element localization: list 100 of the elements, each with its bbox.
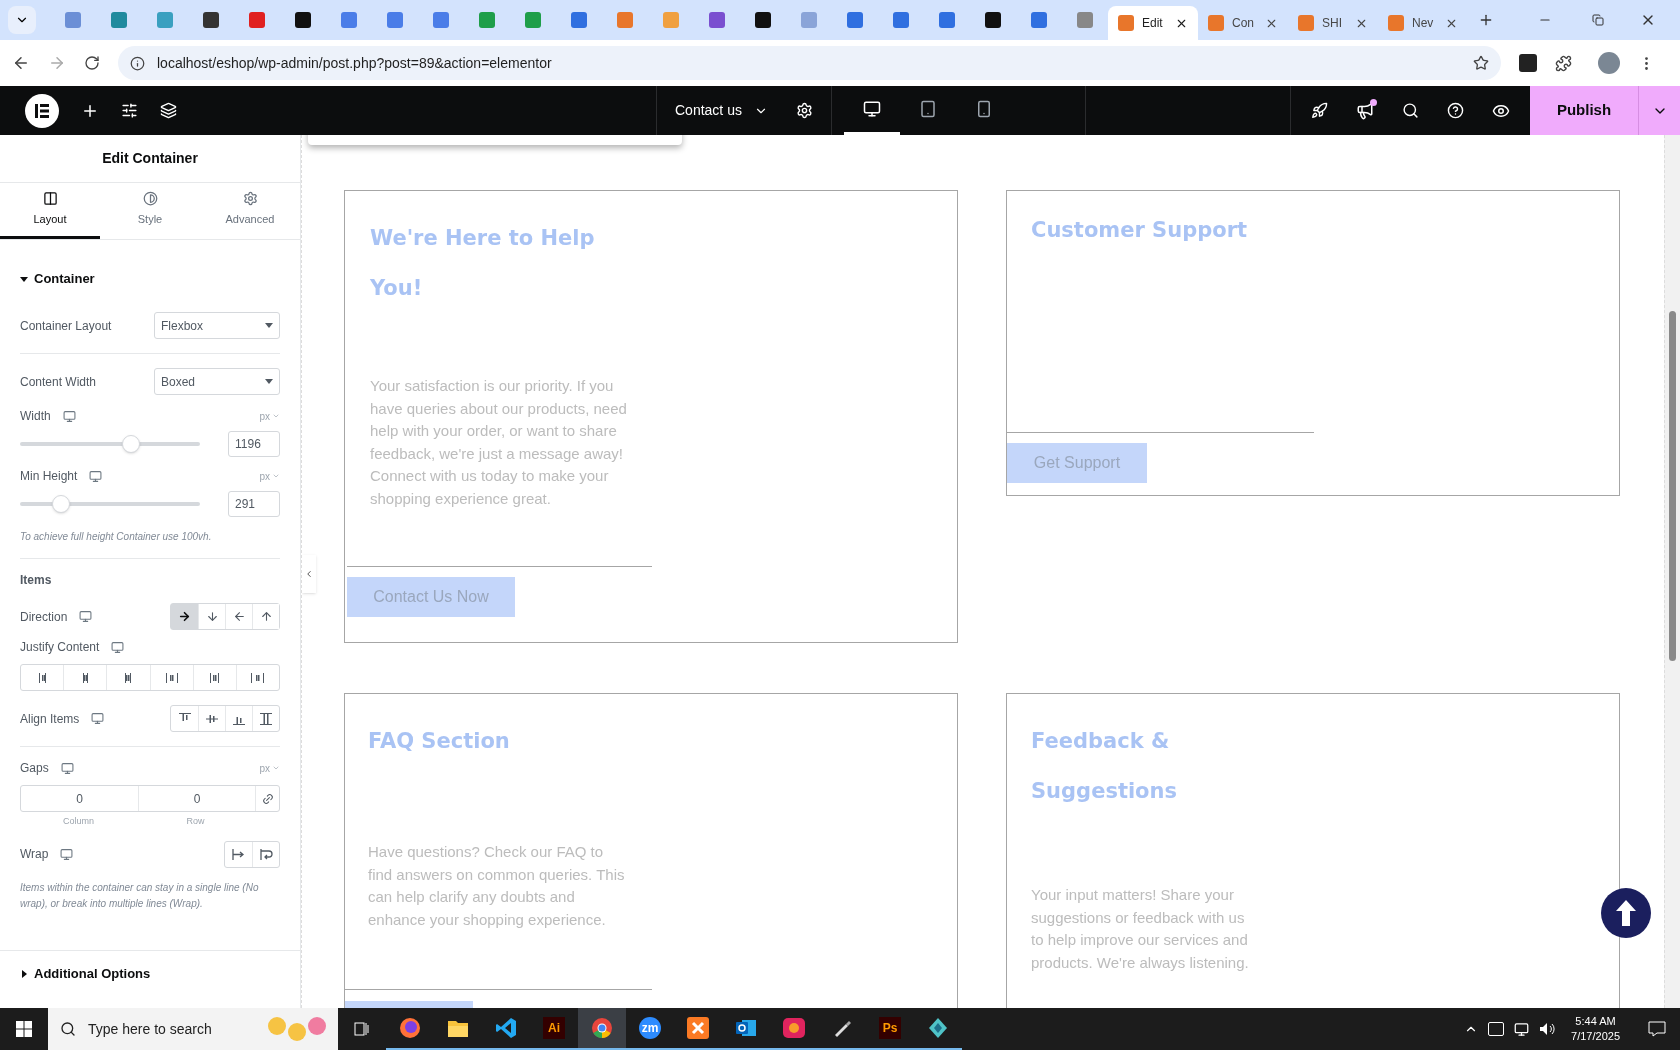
justify-icon	[210, 672, 220, 683]
display-icon[interactable]	[1514, 1021, 1530, 1037]
browser-tab[interactable]: Edit	[1108, 6, 1198, 40]
wrap-arrow-icon	[259, 848, 273, 860]
page-selector[interactable]: Contact us	[675, 100, 768, 121]
favicon-icon	[1388, 15, 1404, 31]
notification-icon[interactable]	[1648, 1021, 1666, 1037]
tablet-icon	[918, 100, 937, 118]
megaphone-icon[interactable]	[1356, 101, 1374, 120]
reload-icon[interactable]	[84, 55, 100, 71]
favicon-icon	[525, 12, 541, 28]
card-heading: We're Here to Help You!	[369, 225, 596, 302]
panel-title: Edit Container	[102, 149, 198, 168]
favicon-icon	[1118, 15, 1134, 31]
desktop-icon	[91, 712, 105, 725]
address-field[interactable]: localhost/eshop/wp-admin/post.php?post=89&action=elementor	[118, 46, 1501, 80]
chevron-down-icon	[272, 472, 280, 480]
speaker-icon[interactable]	[1539, 1022, 1556, 1036]
field-label: Width	[20, 408, 51, 425]
browser-tab[interactable]: Nev	[1378, 6, 1468, 40]
collapse-handle[interactable]	[302, 555, 316, 593]
tab-title: Edit	[1142, 15, 1164, 32]
back-icon[interactable]	[12, 54, 30, 72]
arrow-up-icon	[259, 610, 273, 623]
card-text: Your satisfaction is our priority. If you have queries about our products, need help with your order, or want to share feedback, we're just a message away! Connect with us today to make your shopping experience great.	[369, 376, 628, 509]
field-label: Content Width	[20, 373, 97, 391]
settings-icon[interactable]	[795, 102, 813, 119]
justify-icon	[82, 672, 88, 683]
favicon-icon	[893, 12, 909, 28]
scroll-top-button[interactable]	[1601, 888, 1651, 938]
card-text: Your input matters! Share your suggestions or feedback with us to help improve our services and products. We're always listening.	[1030, 885, 1250, 973]
direction-button[interactable]	[171, 604, 198, 629]
app-icon-label: Ai	[543, 1017, 565, 1039]
slider-thumb[interactable]	[122, 435, 141, 453]
field-caption: Row	[186, 815, 205, 828]
desktop-icon	[862, 100, 881, 118]
publish-button[interactable]: Publish	[1530, 86, 1638, 135]
card-heading: Customer Support	[1030, 217, 1249, 244]
card-heading: Feedback & Suggestions	[1030, 728, 1178, 805]
search-icon[interactable]	[1402, 102, 1419, 119]
settings-sliders-icon[interactable]	[121, 102, 138, 119]
justify-icon	[251, 672, 265, 683]
puzzle-icon[interactable]	[1555, 54, 1572, 72]
bookmark-star-icon[interactable]	[1473, 55, 1489, 71]
taskbar-app[interactable]: Ps	[866, 1008, 914, 1050]
number-field[interactable]: 1196	[228, 431, 280, 457]
chevron-down-icon	[272, 412, 280, 420]
rocket-icon[interactable]	[1311, 102, 1328, 119]
extension-icon[interactable]	[1519, 54, 1537, 72]
slider[interactable]	[20, 435, 200, 453]
favicon-icon	[249, 12, 265, 28]
desktop-icon	[79, 610, 93, 623]
gear-icon	[242, 191, 258, 207]
favicon-icon	[203, 12, 219, 28]
folder-icon	[447, 1018, 469, 1038]
browser-tab[interactable]: Con	[1198, 6, 1288, 40]
panel-tab[interactable]: Advanced	[200, 183, 300, 239]
align-icon	[260, 712, 272, 725]
desktop-icon	[62, 409, 76, 423]
layers-icon[interactable]	[160, 102, 177, 119]
windows-logo-icon	[16, 1021, 32, 1037]
logo-icon[interactable]	[25, 93, 59, 128]
help-icon[interactable]	[1447, 102, 1464, 119]
arrow-left-icon	[232, 610, 246, 623]
avatar-icon[interactable]	[1598, 52, 1620, 74]
chevron-down-icon	[272, 764, 280, 772]
slider[interactable]	[20, 495, 200, 513]
emoji-drawing	[268, 1017, 326, 1041]
justify-icon	[125, 672, 132, 683]
restore-icon[interactable]	[1592, 14, 1604, 26]
columns-icon	[42, 191, 58, 207]
favicon-icon	[157, 12, 173, 28]
field-caption: Column	[63, 815, 94, 828]
taskbar-app[interactable]	[578, 1008, 626, 1050]
browser-tab[interactable]: SHI	[1288, 6, 1378, 40]
field-label: Gaps	[20, 760, 49, 777]
favicon-icon	[295, 12, 311, 28]
favicon-icon	[985, 12, 1001, 28]
taskbar-search-field[interactable]: Type here to search	[48, 1008, 338, 1050]
field-label: Wrap	[20, 846, 49, 863]
favicon-icon	[433, 12, 449, 28]
section-title[interactable]: Container	[34, 269, 95, 289]
width-select[interactable]: Boxed	[154, 368, 280, 395]
favicon-icon	[1031, 12, 1047, 28]
tab-title: SHI	[1322, 15, 1343, 32]
caret-down-icon	[265, 323, 273, 328]
info-icon	[130, 55, 145, 71]
app-icon-label: Ps	[879, 1017, 901, 1039]
layout-select[interactable]: Flexbox	[154, 312, 280, 339]
section-title[interactable]: Additional Options	[34, 963, 151, 984]
slider-thumb[interactable]	[52, 495, 71, 513]
favicon-icon	[341, 12, 357, 28]
hint-text: To achieve full height Container use 100vh.	[20, 530, 213, 544]
new-tab-icon[interactable]	[1478, 12, 1494, 28]
desktop-icon	[60, 847, 74, 861]
chevron-left-icon	[304, 569, 314, 579]
number-field[interactable]: 291	[228, 491, 280, 517]
panel-tab[interactable]: Style	[100, 183, 200, 239]
search-icon	[60, 1021, 76, 1037]
panel-tab[interactable]: Layout	[0, 183, 100, 239]
